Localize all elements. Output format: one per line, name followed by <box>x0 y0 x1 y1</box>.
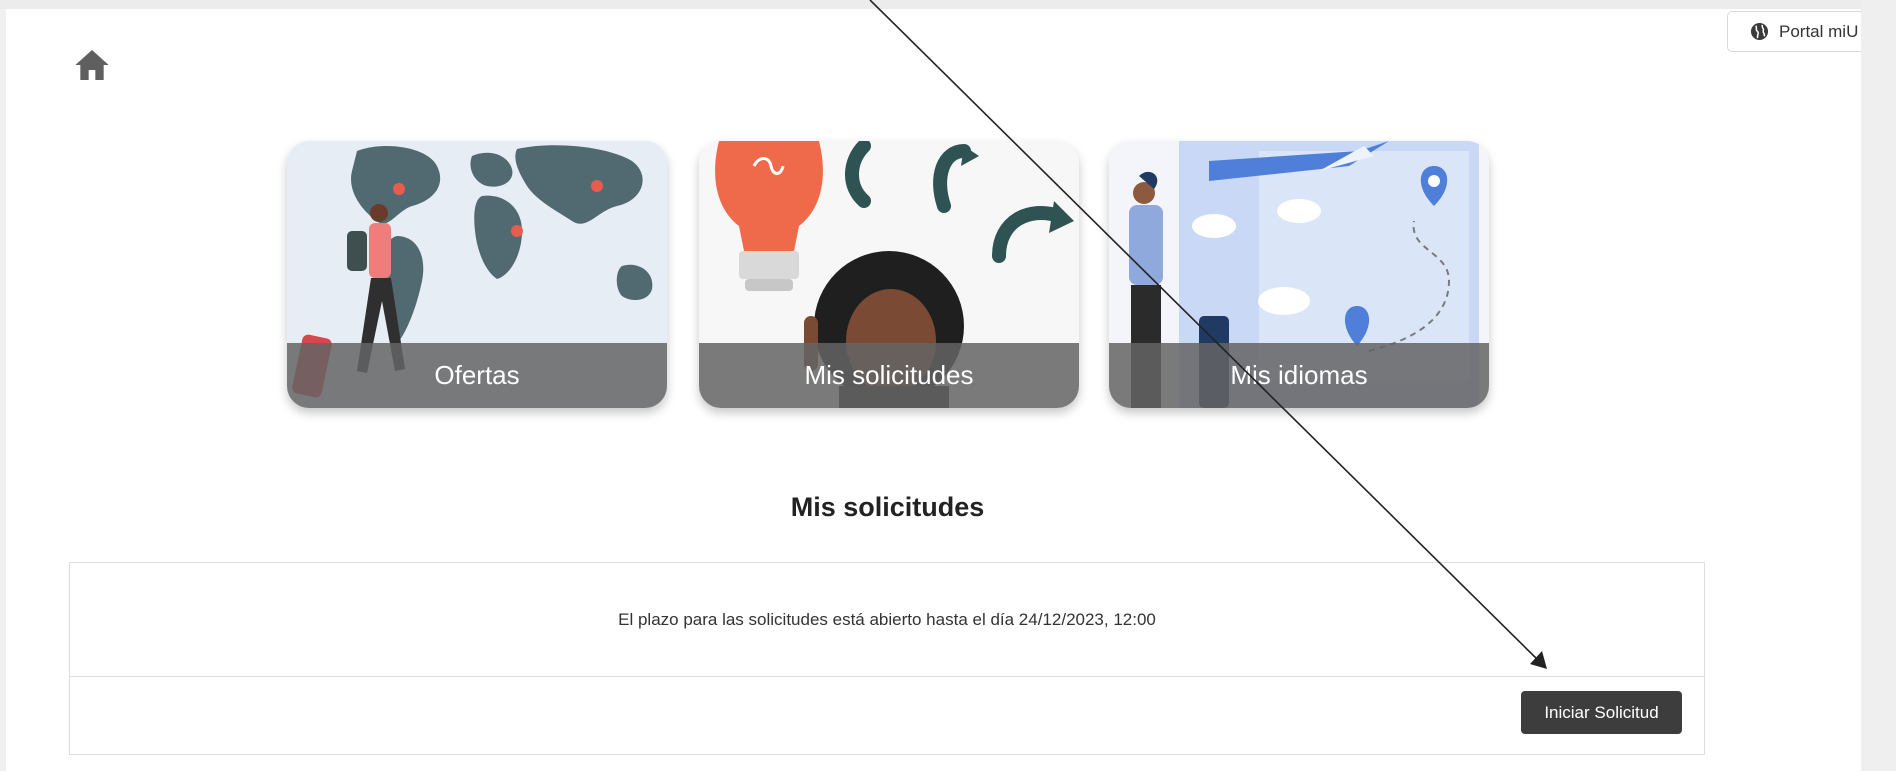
iniciar-solicitud-button[interactable]: Iniciar Solicitud <box>1521 691 1682 734</box>
portal-label: Portal miU <box>1779 21 1859 41</box>
top-strip <box>0 0 1896 9</box>
card-mis-idiomas[interactable]: Mis idiomas <box>1109 141 1489 408</box>
card-mis-solicitudes[interactable]: Mis solicitudes <box>699 141 1079 408</box>
card-mis-idiomas-label: Mis idiomas <box>1109 343 1489 408</box>
home-icon[interactable] <box>72 45 112 85</box>
solicitudes-panel: El plazo para las solicitudes está abier… <box>69 562 1705 755</box>
card-ofertas[interactable]: Ofertas <box>287 141 667 408</box>
globe-icon <box>1750 22 1769 41</box>
portal-miu-button[interactable]: Portal miU <box>1727 11 1861 52</box>
card-ofertas-label: Ofertas <box>287 343 667 408</box>
section-title: Mis solicitudes <box>790 492 985 522</box>
card-mis-solicitudes-label: Mis solicitudes <box>699 343 1079 408</box>
right-gutter <box>1861 0 1896 771</box>
deadline-notice: El plazo para las solicitudes está abier… <box>70 563 1704 677</box>
